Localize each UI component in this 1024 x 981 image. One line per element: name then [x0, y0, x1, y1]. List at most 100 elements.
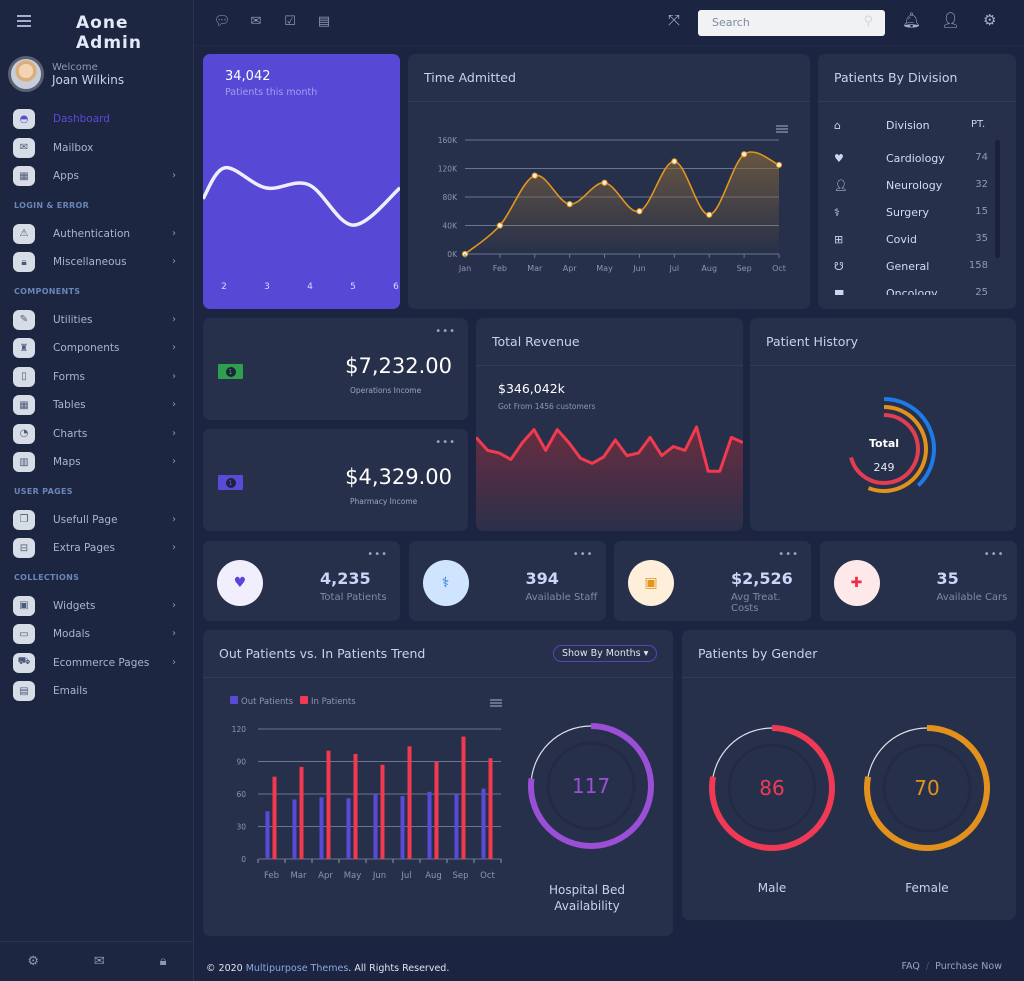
x-tick-label: May: [596, 264, 613, 273]
calendar-icon[interactable]: ▤: [315, 14, 333, 30]
legend-swatch: [230, 696, 238, 704]
sidebar-item-extra-pages[interactable]: ⊟ Extra Pages ›: [0, 534, 194, 563]
division-name: Neurology: [886, 179, 943, 192]
card-title: Patients by Gender: [682, 630, 1016, 678]
cart-icon: ⛟: [13, 652, 35, 673]
division-row[interactable]: 👤︎ Neurology 32: [834, 179, 1004, 206]
checkbox-icon[interactable]: ☑: [281, 14, 299, 30]
more-icon[interactable]: •••: [435, 437, 456, 448]
x-tick-label: Aug: [425, 871, 442, 881]
nav-section-label: COLLECTIONS: [14, 572, 80, 582]
mail-icon[interactable]: ✉: [94, 954, 105, 969]
division-row[interactable]: ☋ General 158: [834, 260, 1004, 287]
bar: [481, 788, 486, 859]
y-tick-label: 40K: [443, 222, 459, 231]
sidebar-item-mailbox[interactable]: ✉ Mailbox: [0, 134, 194, 163]
data-point: [531, 172, 538, 179]
chevron-right-icon: ›: [172, 456, 176, 467]
topbar: 💬︎ ✉ ☑ ▤ ⤧ Search ⚲ 🔔︎ 👤︎ ⚙: [195, 0, 1024, 46]
division-row[interactable]: ⊞ Covid 35: [834, 233, 1004, 260]
sidebar-item-charts[interactable]: ◔ Charts ›: [0, 420, 194, 449]
search-icon[interactable]: ⚲: [863, 14, 873, 29]
division-row[interactable]: ⚕ Surgery 15: [834, 206, 1004, 233]
avatar[interactable]: [8, 56, 44, 92]
sidebar-item-usefull-page[interactable]: ❐ Usefull Page ›: [0, 506, 194, 535]
division-list[interactable]: ♥ Cardiology 74 👤︎ Neurology 32 ⚕ Surgery 15 ⊞ Cov…: [834, 152, 1004, 295]
x-tick-label: Feb: [264, 871, 279, 881]
chevron-right-icon: ›: [172, 342, 176, 353]
male-label: Male: [757, 881, 787, 895]
division-row[interactable]: ♥ Cardiology 74: [834, 152, 1004, 179]
sidebar-item-maps[interactable]: ▥ Maps ›: [0, 448, 194, 477]
x-tick-label: Jan: [458, 264, 471, 273]
more-icon[interactable]: •••: [435, 326, 456, 337]
warning-icon: ⚠: [13, 223, 35, 244]
sidebar-item-widgets[interactable]: ▣ Widgets ›: [0, 592, 194, 621]
purchase-link[interactable]: Purchase Now: [935, 961, 1002, 972]
patient-history-card: Patient History Total 249: [750, 318, 1016, 531]
bar: [380, 764, 385, 859]
menu-toggle-icon[interactable]: [17, 15, 31, 27]
division-pt: 15: [975, 206, 988, 217]
more-icon[interactable]: •••: [984, 549, 1005, 560]
chevron-right-icon: ›: [172, 227, 176, 239]
data-point: [601, 179, 608, 186]
sidebar-item-components[interactable]: ♜ Components ›: [0, 334, 194, 363]
sidebar-item-label: Charts: [53, 427, 88, 440]
bar: [353, 753, 358, 859]
sidebar-item-miscellaneous[interactable]: 🔒︎ Miscellaneous ›: [0, 248, 194, 277]
more-icon[interactable]: •••: [367, 549, 388, 560]
sidebar-item-dashboard[interactable]: ◓ Dashboard: [0, 105, 194, 134]
sidebar-item-apps[interactable]: ▦ Apps ›: [0, 162, 194, 191]
history-total: 249: [873, 461, 895, 474]
more-icon[interactable]: •••: [778, 549, 799, 560]
division-row[interactable]: ■ Oncology 25: [834, 287, 1004, 295]
search-input[interactable]: Search ⚲: [698, 10, 885, 36]
division-pt: 35: [975, 233, 988, 244]
bed-label-1: Hospital Bed: [548, 883, 625, 897]
sidebar-footer: ⚙ ✉ 🔒︎: [0, 941, 194, 981]
y-tick-label: 30: [236, 823, 246, 832]
sidebar-item-tables[interactable]: ▦ Tables ›: [0, 391, 194, 420]
sidebar-item-emails[interactable]: ▤ Emails: [0, 677, 194, 706]
scrollbar[interactable]: [995, 140, 1000, 258]
more-icon[interactable]: •••: [573, 549, 594, 560]
sidebar-item-modals[interactable]: ▭ Modals ›: [0, 620, 194, 649]
copy-icon: ❐: [13, 509, 35, 530]
sidebar-item-utilities[interactable]: ✎ Utilities ›: [0, 306, 194, 335]
patients-month-line: [203, 165, 400, 227]
chevron-right-icon: ›: [172, 599, 176, 611]
sidebar-item-forms[interactable]: ▯ Forms ›: [0, 363, 194, 392]
briefcase-icon: ⊟: [13, 538, 35, 559]
bar: [407, 746, 412, 859]
mail-icon[interactable]: ✉: [247, 14, 265, 30]
division-pt: 158: [968, 260, 988, 271]
y-tick-label: 120K: [438, 165, 458, 174]
copy-link[interactable]: Multipurpose Themes: [246, 963, 349, 974]
legend-swatch: [300, 696, 308, 704]
faq-link[interactable]: FAQ: [901, 961, 919, 972]
user-panel[interactable]: Welcome Joan Wilkins: [8, 56, 124, 92]
chat-icon[interactable]: 💬︎: [213, 14, 231, 30]
sidebar-item-ecommerce-pages[interactable]: ⛟ Ecommerce Pages ›: [0, 649, 194, 678]
show-by-months-dropdown[interactable]: Show By Months ▾: [553, 645, 658, 662]
sidebar-item-authentication[interactable]: ⚠ Authentication ›: [0, 220, 194, 249]
user-icon[interactable]: 👤︎: [941, 11, 960, 29]
data-point: [775, 161, 783, 169]
bar: [434, 761, 439, 859]
time-admitted-card: Time Admitted 0K 40K 80K 120K 160K Jan Feb Mar A…: [408, 54, 810, 309]
y-tick-label: 0K: [447, 250, 458, 259]
bar: [272, 776, 277, 859]
division-name: Surgery: [886, 206, 930, 219]
map-icon: ▥: [13, 452, 35, 473]
bar: [265, 811, 270, 859]
division-pt: 25: [975, 287, 988, 295]
lock-icon[interactable]: 🔒︎: [160, 954, 167, 969]
bell-icon[interactable]: 🔔︎: [902, 11, 921, 29]
x-tick-label: Apr: [318, 871, 333, 881]
staff-icon: ⚕: [422, 560, 469, 606]
fullscreen-icon[interactable]: ⤧: [668, 11, 680, 29]
settings-icon[interactable]: ⚙: [983, 11, 996, 29]
search-placeholder: Search: [712, 16, 750, 29]
settings-icon[interactable]: ⚙: [27, 954, 39, 969]
